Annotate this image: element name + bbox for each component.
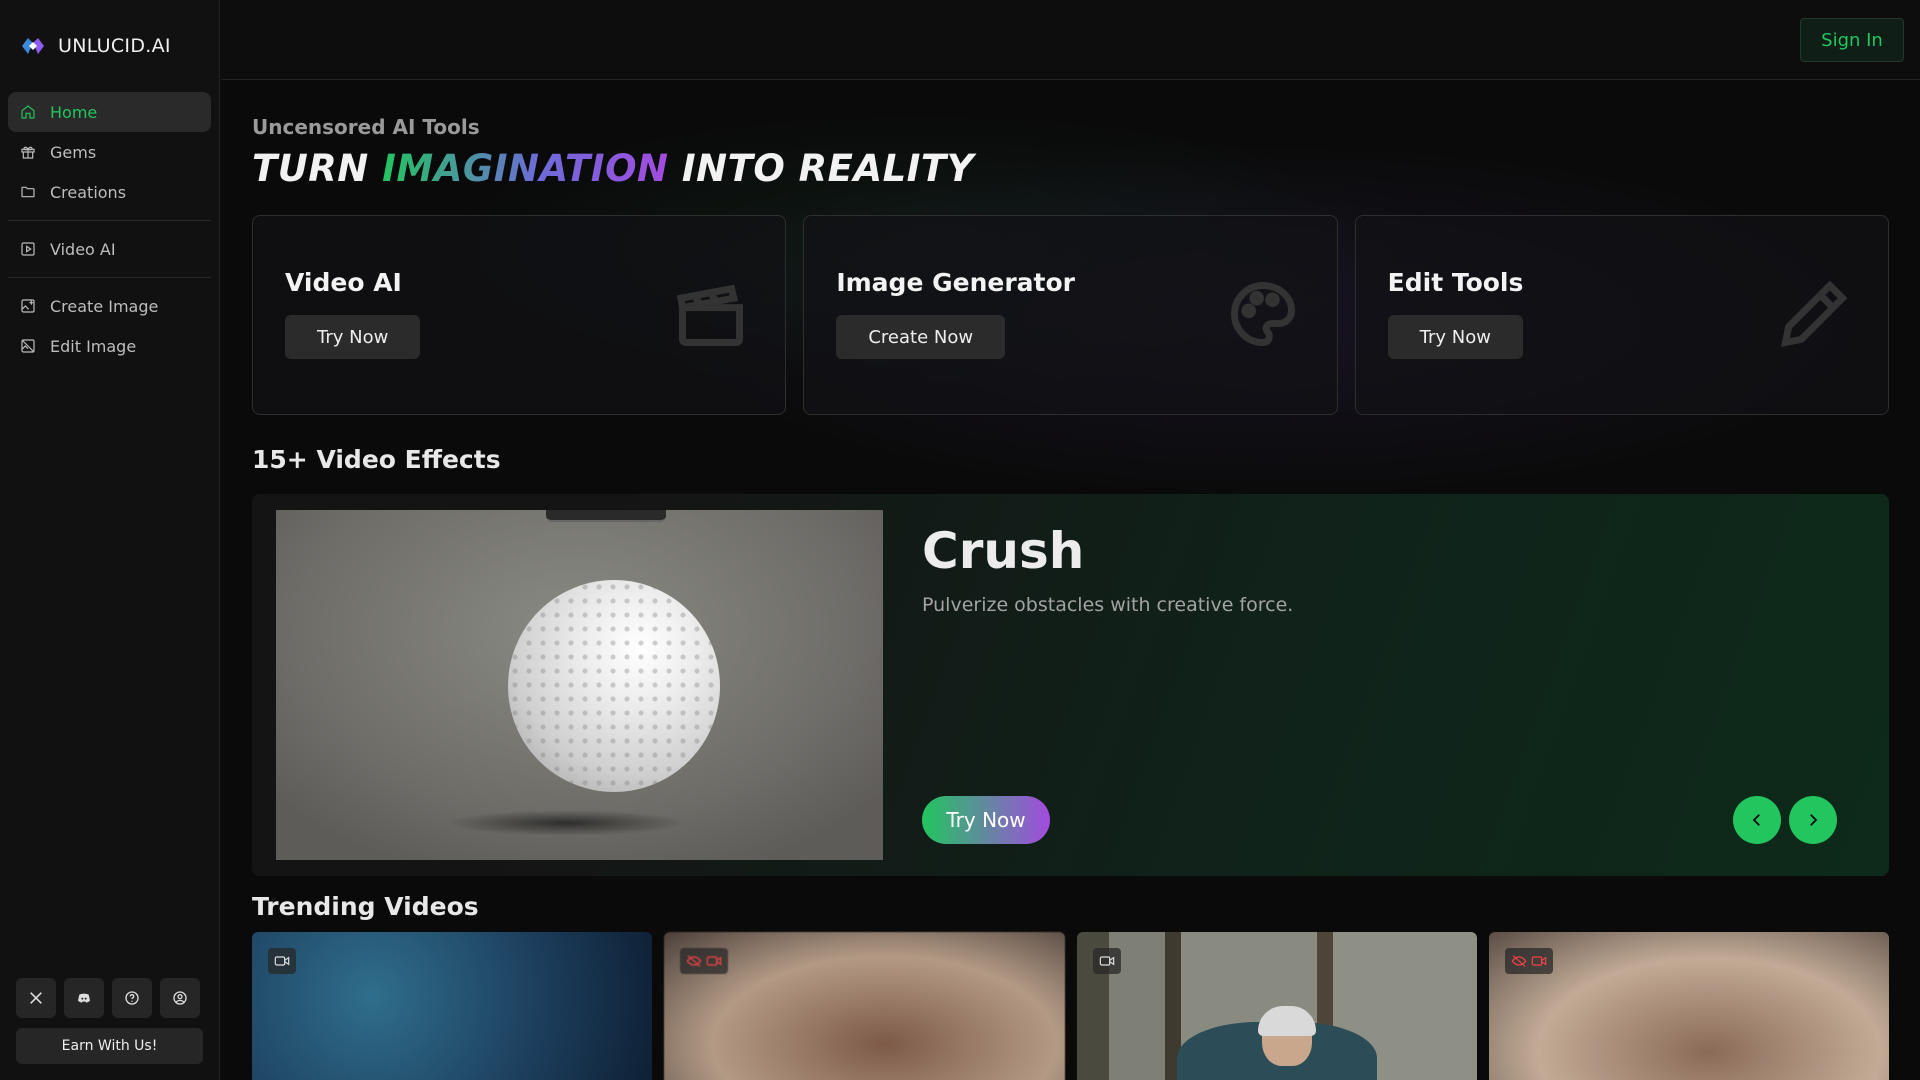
hero-title-highlight: IMAGINATION [382, 147, 669, 190]
sidebar: UNLUCID.AI Home Gems Creations Video AI … [0, 0, 220, 1080]
effect-description: Pulverize obstacles with creative force. [922, 594, 1294, 616]
gift-icon [21, 146, 35, 159]
help-icon [125, 991, 139, 1005]
hidden-video-badge [1504, 948, 1553, 974]
logo-icon [22, 38, 44, 54]
trending-video-card[interactable] [1488, 932, 1889, 1080]
person-beanie [1257, 1006, 1316, 1036]
palette-icon [1230, 282, 1295, 346]
sidebar-item-edit-image[interactable]: Edit Image [8, 326, 211, 366]
image-generator-create-now-button[interactable]: Create Now [836, 315, 1006, 359]
carousel-prev-button[interactable] [1733, 796, 1781, 844]
eye-off-icon [1511, 955, 1527, 967]
clapperboard-icon [677, 284, 744, 346]
carousel-next-button[interactable] [1789, 796, 1837, 844]
play-square-icon [21, 242, 35, 256]
account-link[interactable] [160, 978, 200, 1018]
sidebar-divider [8, 277, 211, 278]
x-icon [30, 992, 42, 1004]
tool-card-video-ai[interactable]: Video AI Try Now [252, 215, 787, 415]
ball-shadow [446, 810, 686, 836]
earn-button[interactable]: Earn With Us! [16, 1028, 203, 1064]
help-link[interactable] [112, 978, 152, 1018]
sidebar-item-video-ai[interactable]: Video AI [8, 229, 211, 269]
hidden-video-badge [680, 948, 729, 974]
folder-icon [21, 186, 35, 198]
chevron-right-icon [1810, 814, 1818, 826]
effect-preview-video[interactable] [276, 510, 883, 860]
sidebar-item-label: Gems [50, 142, 97, 162]
sidebar-item-home[interactable]: Home [8, 92, 211, 132]
hero-title-part2: INTO REALITY [681, 147, 974, 190]
hero-title-part1: TURN [252, 147, 369, 190]
tool-card-edit-tools[interactable]: Edit Tools Try Now [1354, 215, 1889, 415]
sidebar-item-label: Home [50, 102, 98, 122]
home-icon [21, 105, 35, 119]
discord-link[interactable] [64, 978, 104, 1018]
video-icon [274, 956, 290, 966]
brand-name: UNLUCID.AI [58, 35, 171, 57]
sidebar-footer: Earn With Us! [16, 978, 203, 1064]
top-bar: Sign In [221, 0, 1920, 80]
tool-card-image-generator[interactable]: Image Generator Create Now [803, 215, 1338, 415]
pencil-icon [1781, 280, 1848, 347]
sidebar-item-creations[interactable]: Creations [8, 172, 211, 212]
edit-tools-try-now-button[interactable]: Try Now [1387, 315, 1523, 359]
image-plus-icon [21, 299, 35, 313]
social-links [16, 978, 203, 1018]
video-effects-title: 15+ Video Effects [252, 445, 501, 474]
video-badge [1092, 948, 1121, 974]
sidebar-item-create-image[interactable]: Create Image [8, 286, 211, 326]
golf-ball [508, 580, 720, 792]
video-icon [1531, 956, 1547, 966]
eye-off-icon [686, 955, 702, 967]
sidebar-item-gems[interactable]: Gems [8, 132, 211, 172]
effects-carousel: Crush Pulverize obstacles with creative … [252, 494, 1889, 876]
effect-try-now-button[interactable]: Try Now [922, 796, 1050, 844]
sidebar-divider [8, 220, 211, 221]
video-icon [706, 956, 722, 966]
trending-video-card[interactable] [1076, 932, 1477, 1080]
crusher-device [546, 510, 666, 522]
video-badge [268, 948, 296, 974]
main-content: Uncensored AI Tools TURN IMAGINATION INT… [221, 81, 1920, 1080]
hero-title: TURN IMAGINATION INTO REALITY [252, 147, 974, 190]
trending-videos-title: Trending Videos [252, 892, 479, 921]
x-link[interactable] [16, 978, 56, 1018]
trending-videos-grid [252, 932, 1889, 1080]
sidebar-item-label: Edit Image [50, 336, 137, 356]
chevron-left-icon [1752, 814, 1760, 826]
image-off-icon [21, 339, 35, 353]
discord-icon [78, 993, 90, 1003]
trending-video-card[interactable] [664, 932, 1065, 1080]
sidebar-nav: Home Gems Creations Video AI Create Imag… [0, 92, 219, 366]
tool-cards: Video AI Try Now Image Generator Create … [252, 215, 1889, 415]
sidebar-item-label: Creations [50, 182, 127, 202]
sign-in-button[interactable]: Sign In [1800, 18, 1904, 62]
video-icon [1099, 956, 1114, 966]
hero-eyebrow: Uncensored AI Tools [252, 115, 480, 139]
sidebar-item-label: Create Image [50, 296, 159, 316]
account-icon [173, 991, 187, 1005]
video-ai-try-now-button[interactable]: Try Now [285, 315, 421, 359]
brand-logo[interactable]: UNLUCID.AI [0, 0, 219, 92]
trending-video-card[interactable] [252, 932, 653, 1080]
effect-name: Crush [922, 522, 1085, 580]
sidebar-item-label: Video AI [50, 239, 116, 259]
